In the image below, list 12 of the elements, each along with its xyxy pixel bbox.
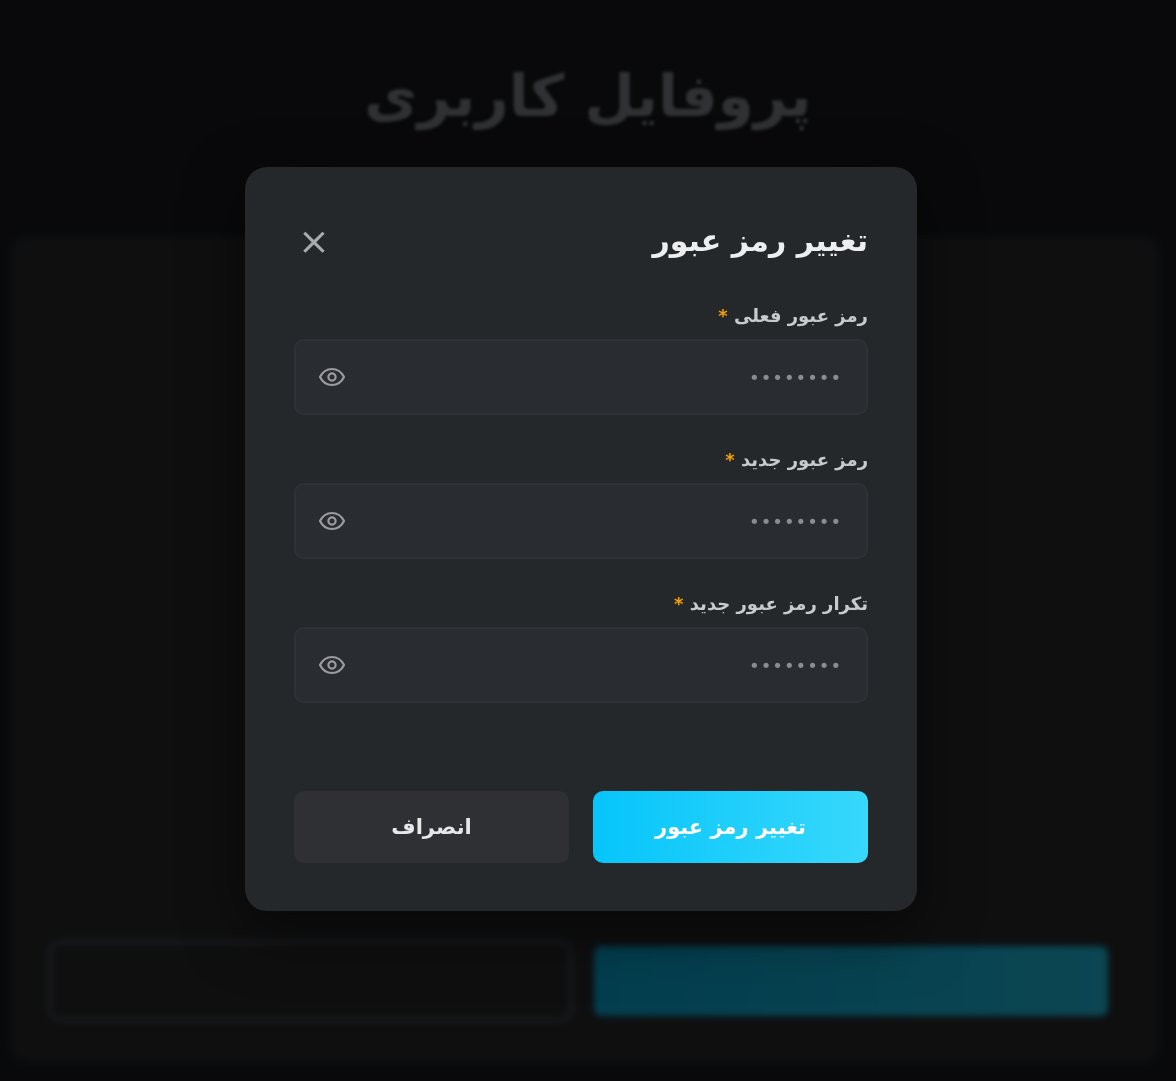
eye-icon[interactable]: [318, 511, 346, 531]
password-field[interactable]: ••••••••: [294, 627, 868, 703]
dialog-title: تغییر رمز عبور: [652, 222, 868, 260]
eye-icon[interactable]: [318, 367, 346, 387]
field-label: رمز عبور جدید *: [724, 448, 868, 473]
cancel-button[interactable]: انصراف: [294, 791, 569, 863]
password-field[interactable]: ••••••••: [294, 339, 868, 415]
field-label: رمز عبور فعلی *: [717, 304, 868, 329]
close-button[interactable]: ×: [294, 226, 334, 256]
eye-icon[interactable]: [318, 655, 346, 675]
password-field[interactable]: ••••••••: [294, 483, 868, 559]
field-label: تکرار رمز عبور جدید *: [673, 592, 868, 617]
